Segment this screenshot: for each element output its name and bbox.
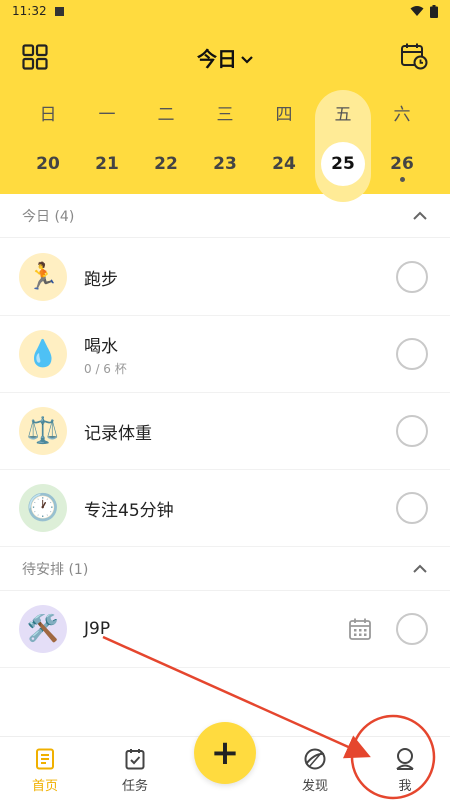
chevron-down-icon <box>241 56 253 64</box>
task-check-icon <box>125 749 145 770</box>
task-item-focus[interactable]: 🕐 专注45分钟 <box>0 470 450 547</box>
weekday-label: 二 <box>157 105 175 125</box>
chevron-up-icon[interactable] <box>412 208 428 224</box>
status-bar: 11:32 <box>0 0 450 22</box>
status-time: 11:32 <box>12 4 47 18</box>
battery-icon <box>430 4 438 18</box>
section-header-pending[interactable]: 待安排 (1) <box>0 547 450 591</box>
weekday-label: 六 <box>393 105 411 125</box>
day-monday[interactable]: 一 21 <box>79 90 135 202</box>
day-tuesday[interactable]: 二 22 <box>138 90 194 202</box>
date-number: 21 <box>95 154 119 174</box>
complete-checkbox[interactable] <box>396 261 428 293</box>
header: 今日 日 20 一 21 二 22 三 23 四 24 五 25 六 26 <box>0 22 450 202</box>
nav-label: 我 <box>398 779 412 794</box>
weekday-label: 四 <box>275 105 293 125</box>
schedule-calendar-icon[interactable] <box>348 617 372 641</box>
task-name: 跑步 <box>84 269 118 290</box>
task-item-weight[interactable]: ⚖️ 记录体重 <box>0 393 450 470</box>
nav-home[interactable]: 首页 <box>15 747 75 794</box>
plus-icon: + <box>210 733 240 773</box>
task-progress: 0 / 6 杯 <box>84 361 127 376</box>
weekday-label: 三 <box>216 105 234 125</box>
water-drop-icon: 💧 <box>26 339 60 369</box>
date-number: 24 <box>272 154 296 174</box>
section-label: 今日 (4) <box>22 208 75 225</box>
nav-me[interactable]: 我 <box>375 747 435 794</box>
task-item-j9p[interactable]: 🛠️ J9P <box>0 591 450 668</box>
task-item-running[interactable]: 🏃 跑步 <box>0 239 450 316</box>
task-item-water[interactable]: 💧 喝水 0 / 6 杯 <box>0 316 450 393</box>
weekday-label: 日 <box>39 105 57 125</box>
add-task-button[interactable]: + <box>194 722 256 784</box>
nav-label: 发现 <box>301 779 328 794</box>
has-task-dot <box>399 177 405 182</box>
section-header-today[interactable]: 今日 (4) <box>0 194 450 238</box>
week-strip: 日 20 一 21 二 22 三 23 四 24 五 25 六 26 <box>20 90 430 202</box>
wifi-icon <box>410 6 424 16</box>
task-avatar: 🕐 <box>19 484 67 532</box>
date-number: 22 <box>154 154 178 174</box>
weekday-label: 一 <box>98 105 116 125</box>
chevron-up-icon[interactable] <box>412 561 428 577</box>
complete-checkbox[interactable] <box>396 613 428 645</box>
date-number: 25 <box>321 142 365 186</box>
date-number: 23 <box>213 154 237 174</box>
task-name: 喝水 <box>84 336 118 357</box>
date-selector[interactable]: 今日 <box>0 43 450 72</box>
date-number: 20 <box>36 154 60 174</box>
profile-icon <box>396 748 414 770</box>
page-title: 今日 <box>197 47 237 71</box>
discover-planet-icon <box>304 748 326 770</box>
complete-checkbox[interactable] <box>396 415 428 447</box>
task-name: J9P <box>84 619 111 639</box>
notification-icon <box>54 6 64 16</box>
day-friday-selected[interactable]: 五 25 <box>315 90 371 202</box>
nav-label: 首页 <box>31 779 58 794</box>
task-name: 专注45分钟 <box>84 500 174 521</box>
complete-checkbox[interactable] <box>396 492 428 524</box>
nav-discover[interactable]: 发现 <box>285 747 345 794</box>
task-avatar: 🏃 <box>19 253 67 301</box>
day-thursday[interactable]: 四 24 <box>256 90 312 202</box>
complete-checkbox[interactable] <box>396 338 428 370</box>
task-avatar: 💧 <box>19 330 67 378</box>
tools-icon: 🛠️ <box>26 614 60 644</box>
clock-icon: 🕐 <box>26 493 60 523</box>
section-label: 待安排 (1) <box>22 561 89 578</box>
scale-icon: ⚖️ <box>26 416 60 446</box>
task-avatar: 🛠️ <box>19 605 67 653</box>
day-wednesday[interactable]: 三 23 <box>197 90 253 202</box>
task-avatar: ⚖️ <box>19 407 67 455</box>
nav-tasks[interactable]: 任务 <box>105 747 165 794</box>
day-sunday[interactable]: 日 20 <box>20 90 76 202</box>
day-saturday[interactable]: 六 26 <box>374 90 430 202</box>
running-icon: 🏃 <box>26 262 60 292</box>
task-name: 记录体重 <box>84 423 152 444</box>
nav-label: 任务 <box>121 779 148 794</box>
weekday-label: 五 <box>334 105 352 125</box>
calendar-clock-icon[interactable] <box>400 42 428 70</box>
home-doc-icon <box>36 748 54 770</box>
